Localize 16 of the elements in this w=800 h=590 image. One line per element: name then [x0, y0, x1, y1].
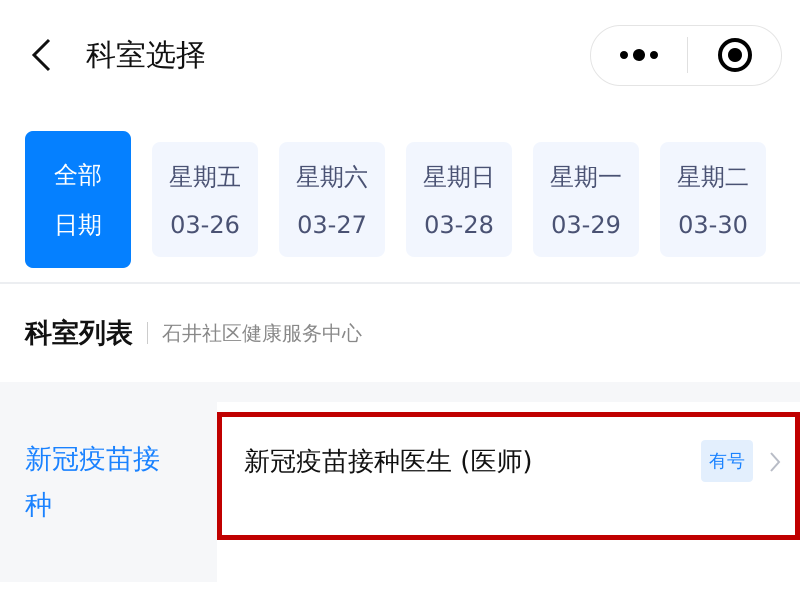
date-tab[interactable]: 全部 日期: [25, 131, 131, 268]
section-title: 科室列表: [25, 317, 133, 351]
back-icon[interactable]: [30, 37, 52, 73]
date-tab[interactable]: 星期五 03-26: [152, 142, 258, 257]
doctor-name: 新冠疫苗接种医生 (医师): [244, 446, 534, 479]
date-tab[interactable]: 星期二 03-30: [660, 142, 766, 257]
clinic-name: 石井社区健康服务中心: [162, 320, 362, 346]
date-tab[interactable]: 星期一 03-29: [533, 142, 639, 257]
more-icon[interactable]: [619, 48, 660, 62]
doctor-row[interactable]: 新冠疫苗接种医生 (医师) 有号: [217, 412, 800, 540]
page-title: 科室选择: [86, 36, 207, 74]
close-icon[interactable]: [716, 37, 753, 73]
chevron-right-icon: [769, 451, 781, 473]
date-tab[interactable]: 星期日 03-28: [406, 142, 512, 257]
date-tab[interactable]: 星期六 03-27: [279, 142, 385, 257]
availability-badge: 有号: [701, 440, 753, 482]
